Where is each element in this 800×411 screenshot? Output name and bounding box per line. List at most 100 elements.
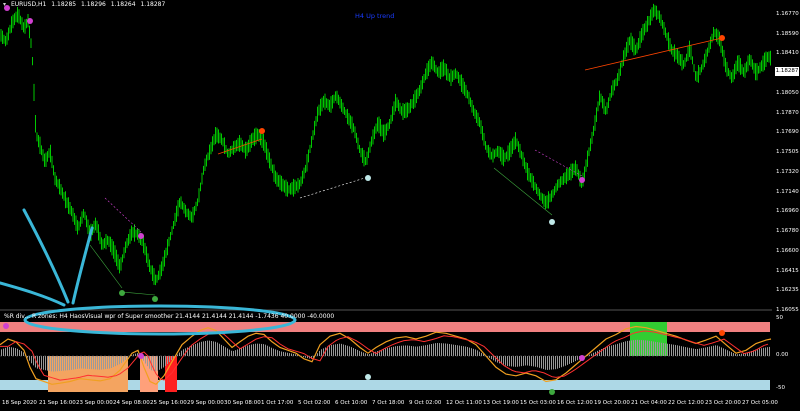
histogram-bar — [21, 351, 22, 356]
histogram-bar — [91, 356, 92, 370]
histogram-bar — [673, 344, 674, 356]
histogram-bar — [401, 345, 402, 356]
price-axis-label: 1.17505 — [776, 149, 799, 156]
histogram-bar — [281, 351, 282, 356]
histogram-bar — [607, 346, 608, 356]
histogram-bar — [397, 345, 398, 356]
histogram-bar — [15, 348, 16, 356]
histogram-bar — [53, 356, 54, 372]
histogram-bar — [757, 348, 758, 356]
time-axis-label: 25 Sep 16:00 — [150, 400, 187, 406]
price-axis-label: 1.18590 — [776, 30, 799, 37]
histogram-bar — [251, 344, 252, 356]
histogram-bar — [675, 344, 676, 356]
ind-marker-4 — [579, 355, 585, 361]
histogram-bar — [725, 349, 726, 356]
histogram-bar — [259, 343, 260, 356]
histogram-bar — [341, 343, 342, 356]
time-axis-label: 23 Sep 00:00 — [76, 400, 113, 406]
histogram-bar — [265, 344, 266, 356]
histogram-bar — [493, 356, 494, 361]
histogram-bar — [667, 343, 668, 356]
histogram-bar — [633, 340, 634, 356]
histogram-bar — [247, 345, 248, 356]
histogram-bar — [649, 340, 650, 356]
histogram-bar — [63, 356, 64, 371]
histogram-bar — [121, 356, 122, 364]
histogram-bar — [77, 356, 78, 369]
histogram-bar — [225, 347, 226, 356]
histogram-bar — [503, 356, 504, 365]
histogram-bar — [549, 356, 550, 370]
histogram-bar — [49, 356, 50, 371]
histogram-bar — [391, 347, 392, 356]
histogram-bar — [459, 345, 460, 356]
histogram-bar — [235, 350, 236, 356]
ind-marker-6 — [719, 330, 725, 336]
price-axis-label: 1.16415 — [776, 267, 799, 274]
histogram-bar — [383, 349, 384, 356]
histogram-bar — [447, 343, 448, 356]
histogram-bar — [655, 341, 656, 356]
histogram-bar — [439, 343, 440, 356]
histogram-bar — [57, 356, 58, 372]
histogram-bar — [717, 345, 718, 356]
price-axis[interactable]: 1.167701.185901.184101.182301.180501.178… — [772, 0, 800, 313]
histogram-bar — [99, 356, 100, 370]
histogram-bar — [479, 351, 480, 356]
price-axis-label: 1.16235 — [776, 287, 799, 294]
histogram-bar — [703, 347, 704, 356]
histogram-bar — [659, 342, 660, 356]
histogram-bar — [191, 345, 192, 356]
ind-axis-top: 50 — [776, 315, 783, 321]
histogram-bar — [213, 341, 214, 356]
histogram-bar — [145, 356, 146, 364]
time-axis[interactable]: 18 Sep 2020 21 Sep 16:00 23 Sep 00:00 24 Se… — [0, 397, 778, 411]
histogram-bar — [3, 348, 4, 356]
histogram-bar — [95, 356, 96, 370]
indicator-caption: %R div... R zones: H4 HaosVisual wpr of … — [4, 313, 335, 320]
price-axis-label: 1.18410 — [776, 50, 799, 57]
histogram-bar — [571, 356, 572, 364]
histogram-bar — [461, 345, 462, 356]
histogram-bar — [651, 341, 652, 356]
histogram-bar — [679, 345, 680, 356]
histogram-bar — [527, 356, 528, 366]
histogram-bar — [11, 347, 12, 356]
histogram-bar — [181, 350, 182, 356]
histogram-bar — [569, 356, 570, 364]
histogram-bar — [613, 344, 614, 356]
trading-chart[interactable] — [0, 0, 800, 411]
histogram-bar — [639, 339, 640, 356]
indicator-axis[interactable]: 50 0.00 -50 — [772, 310, 800, 395]
histogram-bar — [17, 348, 18, 356]
histogram-bar — [5, 347, 6, 356]
histogram-bar — [727, 350, 728, 356]
histogram-bar — [429, 344, 430, 356]
histogram-bar — [563, 356, 564, 367]
histogram-bar — [159, 356, 160, 370]
histogram-bar — [647, 340, 648, 356]
histogram-bar — [107, 356, 108, 369]
histogram-bar — [165, 356, 166, 366]
histogram-bar — [423, 345, 424, 356]
histogram-bar — [387, 347, 388, 356]
histogram-bar — [275, 349, 276, 356]
histogram-bar — [267, 345, 268, 356]
histogram-bar — [469, 347, 470, 356]
histogram-bar — [367, 354, 368, 356]
histogram-bar — [413, 346, 414, 356]
price-axis-label: 1.17870 — [776, 109, 799, 116]
histogram-bar — [373, 352, 374, 356]
histogram-bar — [385, 348, 386, 356]
histogram-bar — [535, 356, 536, 367]
histogram-bar — [539, 356, 540, 368]
histogram-bar — [179, 352, 180, 356]
histogram-bar — [23, 352, 24, 356]
time-axis-label: 15 Oct 03:00 — [520, 400, 556, 406]
histogram-bar — [283, 351, 284, 356]
histogram-bar — [67, 356, 68, 371]
histogram-bar — [665, 343, 666, 356]
histogram-bar — [217, 342, 218, 356]
price-axis-label: 1.17690 — [776, 129, 799, 136]
